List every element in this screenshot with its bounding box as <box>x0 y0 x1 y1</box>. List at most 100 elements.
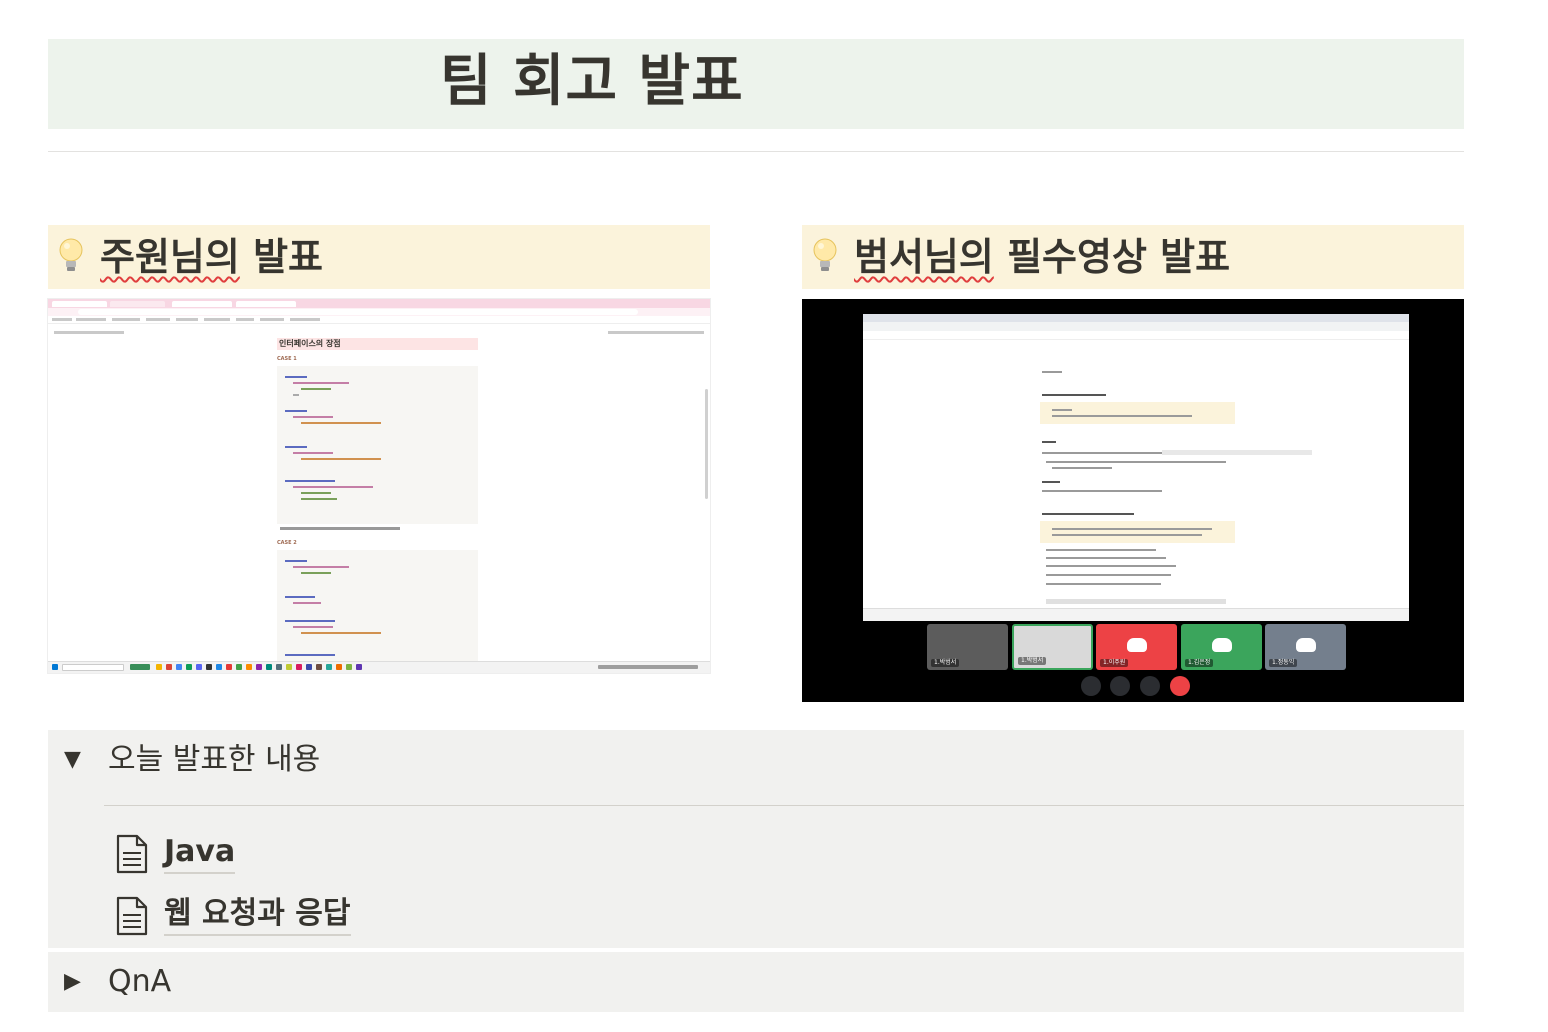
screenshot-discord-screenshare[interactable]: 1.박범서 1.박범서 1.이주원 1.김은정 1.정동익 <box>802 299 1464 702</box>
scrollbar <box>705 389 708 499</box>
taskbar-app-icon <box>296 664 302 670</box>
bookmark <box>236 318 254 321</box>
taskbar-app-icon <box>256 664 262 670</box>
discord-avatar-icon <box>1127 638 1147 652</box>
page-link-title: Java <box>164 832 236 874</box>
taskbar-app-icon <box>176 664 182 670</box>
participant-name: 1.김은정 <box>1185 659 1214 667</box>
taskbar-app-icon <box>346 664 352 670</box>
heading-interface-benefits: 인터페이스의 장점 <box>277 338 478 350</box>
case2-label: CASE 2 <box>277 540 297 546</box>
taskbar-app-icon <box>286 664 292 670</box>
callout-name: 주원님의 <box>100 235 240 279</box>
browser-tab-bar <box>863 314 1409 322</box>
taskbar-app-icon <box>226 664 232 670</box>
browser-bookmarks-bar <box>863 331 1409 340</box>
toggle-header[interactable]: ▼ 오늘 발표한 내용 <box>48 730 1464 790</box>
toggle-today-presentation: ▼ 오늘 발표한 내용 Java 웹 요청과 응답 <box>48 730 1464 948</box>
taskbar-app-icon <box>246 664 252 670</box>
taskbar-search <box>62 664 124 671</box>
discord-avatar-icon <box>1296 638 1316 652</box>
disconnect-button[interactable] <box>1170 676 1190 696</box>
discord-avatar-icon <box>1212 638 1232 652</box>
taskbar-widget <box>130 664 150 670</box>
note-callout <box>1040 521 1235 543</box>
lightbulb-icon <box>813 238 837 271</box>
bookmark <box>176 318 198 321</box>
taskbar-app-icon <box>356 664 362 670</box>
page-link-title: 웹 요청과 응답 <box>164 894 351 936</box>
page-document-icon <box>116 834 148 874</box>
participant-tile[interactable]: 1.김은정 <box>1181 624 1262 670</box>
system-tray <box>598 665 698 669</box>
microphone-button[interactable] <box>1140 676 1160 696</box>
callout-name: 범서님의 <box>854 235 994 279</box>
callout-beomseo-presentation[interactable]: 범서님의 필수영상 발표 <box>802 225 1464 289</box>
taskbar-app-icon <box>216 664 222 670</box>
divider <box>104 805 1464 806</box>
participant-tile[interactable]: 1.박범서 <box>1012 624 1093 670</box>
participant-name: 1.박범서 <box>931 659 960 667</box>
toggle-label: QnA <box>108 964 172 999</box>
taskbar-app-icon <box>196 664 202 670</box>
toggle-collapse-icon[interactable]: ▼ <box>64 744 81 776</box>
browser-url-field <box>78 309 638 315</box>
taskbar-app-icon <box>206 664 212 670</box>
note-callout <box>1040 402 1235 424</box>
screen-share-button[interactable] <box>1110 676 1130 696</box>
windows-start-icon <box>52 664 58 670</box>
browser-tab <box>110 301 165 307</box>
bookmark <box>146 318 170 321</box>
callout-juwon-presentation[interactable]: 주원님의 발표 <box>48 225 710 289</box>
taskbar-app-icon <box>166 664 172 670</box>
divider <box>48 151 1464 152</box>
page-document-icon <box>116 896 148 936</box>
browser-tab <box>236 301 296 307</box>
participant-name: 1.박범서 <box>1018 657 1047 665</box>
lightbulb-icon <box>59 238 83 271</box>
camera-button[interactable] <box>1081 676 1101 696</box>
callout-title: 범서님의 필수영상 발표 <box>854 231 1230 283</box>
page-title-block <box>48 39 1464 129</box>
taskbar-app-icon <box>186 664 192 670</box>
browser-tab <box>52 301 107 307</box>
taskbar-app-icon <box>336 664 342 670</box>
taskbar-app-icon <box>236 664 242 670</box>
browser-address-bar <box>863 322 1409 331</box>
page-link-web-request-response[interactable]: 웹 요청과 응답 <box>114 890 714 940</box>
callout-suffix: 필수영상 발표 <box>993 235 1231 279</box>
page-link-java[interactable]: Java <box>114 828 714 878</box>
callout-title: 주원님의 발표 <box>100 231 323 283</box>
case1-label: CASE 1 <box>277 356 297 362</box>
breadcrumb <box>54 331 124 334</box>
bullet-note <box>280 527 400 530</box>
toggle-qna: ▶ QnA <box>48 952 1464 1012</box>
callout-suffix: 발표 <box>239 235 323 279</box>
code-block <box>277 366 478 524</box>
taskbar-app-icon <box>326 664 332 670</box>
toggle-label: 오늘 발표한 내용 <box>108 742 321 777</box>
taskbar-app-icon <box>156 664 162 670</box>
taskbar-app-icon <box>266 664 272 670</box>
bookmark <box>76 318 106 321</box>
bookmark <box>204 318 230 321</box>
page-title[interactable]: 팀 회고 발표 <box>440 46 744 118</box>
toggle-header[interactable]: ▶ QnA <box>48 952 1464 1012</box>
bookmark <box>112 318 140 321</box>
participant-tile[interactable]: 1.정동익 <box>1265 624 1346 670</box>
bookmark <box>260 318 284 321</box>
participant-tile[interactable]: 1.박범서 <box>927 624 1008 670</box>
page-actions <box>608 331 704 334</box>
toggle-expand-icon[interactable]: ▶ <box>64 966 81 998</box>
participant-name: 1.이주원 <box>1100 659 1129 667</box>
bookmark <box>52 318 72 321</box>
bookmark <box>290 318 320 321</box>
taskbar-app-icon <box>306 664 312 670</box>
screenshot-interface-notes[interactable]: 인터페이스의 장점 CASE 1 CASE 2 <box>48 299 710 673</box>
participant-tile[interactable]: 1.이주원 <box>1096 624 1177 670</box>
participant-name: 1.정동익 <box>1269 659 1298 667</box>
browser-tab <box>172 301 232 307</box>
taskbar-app-icon <box>276 664 282 670</box>
windows-taskbar <box>863 608 1409 621</box>
code-block <box>277 550 478 661</box>
